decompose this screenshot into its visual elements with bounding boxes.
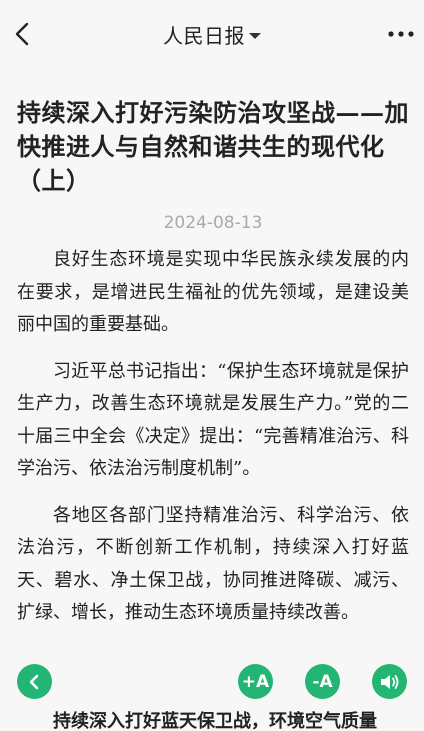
- channel-selector[interactable]: 人民日报: [0, 20, 424, 49]
- article-paragraph: 各地区各部门坚持精准治污、科学治污、依法治污，不断创新工作机制，持续深入打好蓝天…: [17, 504, 409, 624]
- article-subheading: 持续深入打好蓝天保卫战，环境空气质量: [53, 711, 377, 731]
- chevron-left-circle-icon: [29, 674, 38, 689]
- more-horizontal-icon: [388, 31, 414, 37]
- article-paragraph: 良好生态环境是实现中华民族永续发展的内在要求，是增进民生福祉的优先领域，是建设美…: [17, 249, 409, 335]
- more-button[interactable]: [386, 24, 416, 44]
- floating-toolbar: +A -A: [0, 660, 424, 704]
- font-increase-button[interactable]: +A: [238, 664, 273, 699]
- read-aloud-button[interactable]: [372, 664, 407, 699]
- speaker-icon: [380, 674, 398, 689]
- font-decrease-button[interactable]: -A: [305, 664, 340, 699]
- font-increase-label: +A: [241, 671, 270, 692]
- floating-back-button[interactable]: [17, 664, 52, 699]
- font-decrease-label: -A: [312, 671, 333, 692]
- article-paragraph: 习近平总书记指出：“保护生态环境就是保护生产力，改善生态环境就是发展生产力。”党…: [17, 360, 409, 480]
- top-bar: 人民日报: [0, 0, 424, 68]
- article-headline: 持续深入打好污染防治攻坚战——加快推进人与自然和谐共生的现代化（上）: [17, 98, 409, 195]
- channel-title: 人民日报: [163, 24, 245, 48]
- article-date: 2024-08-13: [163, 213, 263, 233]
- article: 持续深入打好污染防治攻坚战——加快推进人与自然和谐共生的现代化（上） 2024-…: [17, 96, 409, 630]
- caret-down-icon: [249, 33, 261, 39]
